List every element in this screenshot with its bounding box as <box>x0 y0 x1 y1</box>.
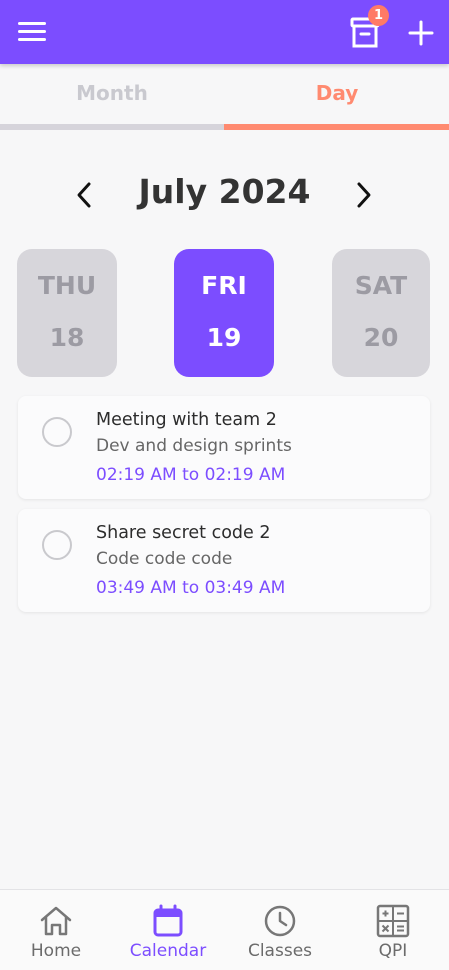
nav-classes[interactable]: Classes <box>224 890 336 970</box>
calculator-icon <box>376 904 410 938</box>
day-card-fri[interactable]: FRI 19 <box>174 249 274 377</box>
chevron-right-icon[interactable] <box>352 180 376 210</box>
chevron-left-icon[interactable] <box>72 180 96 210</box>
event-time: 03:49 AM to 03:49 AM <box>96 578 286 598</box>
day-card-thu[interactable]: THU 18 <box>17 249 117 377</box>
app-root: 1 Month Day July 2024 THU 18 FRI 19 SAT … <box>0 0 449 970</box>
month-title: July 2024 <box>138 172 311 211</box>
nav-label: Calendar <box>129 941 207 961</box>
day-number: 20 <box>363 323 399 352</box>
nav-label: QPI <box>378 941 408 961</box>
tab-indicator-inactive <box>0 124 224 130</box>
event-subtitle: Code code code <box>96 549 233 569</box>
event-subtitle: Dev and design sprints <box>96 436 292 456</box>
view-tabs: Month Day <box>0 64 449 131</box>
nav-label: Home <box>30 941 82 961</box>
day-of-week: FRI <box>201 271 247 300</box>
day-card-sat[interactable]: SAT 20 <box>332 249 430 377</box>
event-time: 02:19 AM to 02:19 AM <box>96 465 286 485</box>
event-checkbox[interactable] <box>42 530 72 560</box>
nav-label: Classes <box>247 941 313 961</box>
nav-qpi[interactable]: QPI <box>337 890 449 970</box>
event-card[interactable]: Meeting with team 2 Dev and design sprin… <box>18 396 430 499</box>
event-checkbox[interactable] <box>42 417 72 447</box>
nav-home[interactable]: Home <box>0 890 112 970</box>
menu-icon[interactable] <box>18 20 48 44</box>
event-card[interactable]: Share secret code 2 Code code code 03:49… <box>18 509 430 612</box>
tab-indicator-active <box>224 124 449 130</box>
clock-icon <box>264 905 296 937</box>
top-app-bar: 1 <box>0 0 449 64</box>
day-of-week: SAT <box>354 271 408 300</box>
home-icon <box>40 906 72 936</box>
notification-badge: 1 <box>368 5 389 26</box>
tab-day[interactable]: Day <box>225 64 449 124</box>
tab-month[interactable]: Month <box>0 64 224 124</box>
bottom-navigation: Home Calendar Classes QPI <box>0 889 449 970</box>
nav-calendar[interactable]: Calendar <box>112 890 224 970</box>
day-number: 18 <box>49 323 85 352</box>
calendar-icon <box>153 904 183 937</box>
add-icon[interactable] <box>406 18 436 48</box>
event-title: Meeting with team 2 <box>96 410 277 430</box>
day-number: 19 <box>206 323 242 352</box>
event-title: Share secret code 2 <box>96 523 271 543</box>
day-of-week: THU <box>37 271 97 300</box>
